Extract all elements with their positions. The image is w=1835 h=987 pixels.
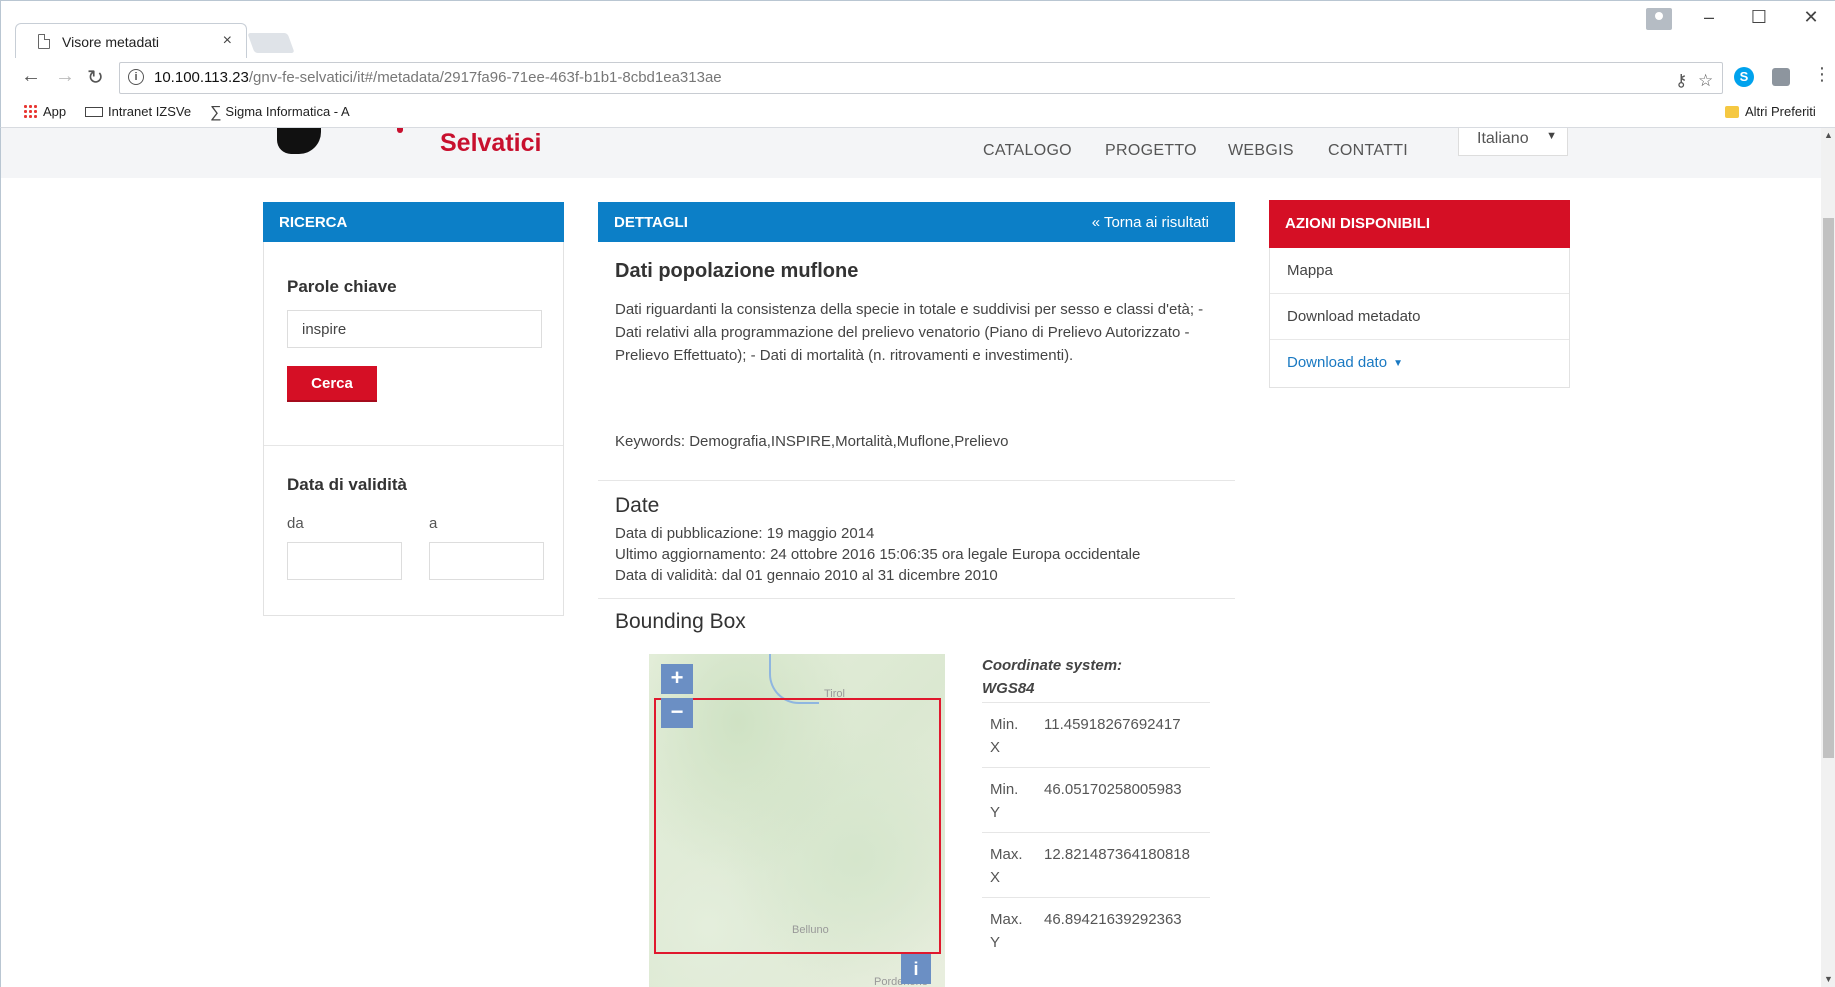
page-viewport: Selvatici CATALOGO PROGETTO WEBGIS CONTA…	[0, 128, 1835, 987]
skype-extension-icon[interactable]: S	[1734, 67, 1754, 87]
search-button[interactable]: Cerca	[287, 366, 377, 402]
scroll-up-icon[interactable]: ▲	[1824, 130, 1833, 140]
zoom-in-button[interactable]: +	[661, 664, 693, 694]
keywords-input[interactable]: inspire	[287, 310, 542, 348]
keywords-label: Parole chiave	[287, 277, 397, 296]
coord-row-max-x: Max. X 12.821487364180818	[982, 832, 1210, 897]
url-text: 10.100.113.23/gnv-fe-selvatici/it#/metad…	[154, 69, 722, 86]
page-scrollbar[interactable]: ▲ ▼	[1821, 128, 1835, 987]
info-icon[interactable]: i	[128, 69, 144, 85]
bookmark-other-favorites[interactable]: Altri Preferiti	[1725, 104, 1816, 119]
bookmarks-bar: App Intranet IZSVe ∑ Sigma Informatica - …	[0, 98, 1835, 128]
actions-panel: AZIONI DISPONIBILI Mappa Download metada…	[1269, 200, 1570, 388]
bounding-box-rectangle	[654, 698, 941, 954]
logo-icon[interactable]	[277, 128, 321, 154]
address-bar[interactable]: i 10.100.113.23/gnv-fe-selvatici/it#/met…	[119, 62, 1723, 94]
action-mappa[interactable]: Mappa	[1270, 248, 1569, 294]
bookmark-sigma[interactable]: ∑ Sigma Informatica - A	[210, 104, 350, 122]
search-panel-header: RICERCA	[263, 202, 564, 242]
to-label: a	[429, 515, 438, 532]
coord-row-min-y: Min. Y 46.05170258005983	[982, 767, 1210, 832]
back-to-results-link[interactable]: « Torna ai risultati	[1092, 214, 1209, 231]
browser-tab[interactable]: Visore metadati ×	[15, 23, 247, 59]
tab-title: Visore metadati	[62, 34, 160, 50]
dataset-description: Dati riguardanti la consistenza della sp…	[615, 301, 1204, 364]
from-label: da	[287, 515, 304, 532]
publication-date: Data di pubblicazione: 19 maggio 2014	[615, 525, 875, 542]
maximize-icon[interactable]: ☐	[1739, 7, 1779, 37]
extension-icon[interactable]	[1772, 68, 1790, 86]
nav-webgis[interactable]: WEBGIS	[1228, 142, 1294, 160]
caret-down-icon: ▼	[1546, 130, 1557, 142]
logo-fragment	[397, 128, 403, 133]
apps-icon	[23, 104, 37, 118]
site-header: Selvatici CATALOGO PROGETTO WEBGIS CONTA…	[1, 128, 1821, 178]
coord-row-max-y: Max. Y 46.89421639292363	[982, 897, 1210, 962]
search-panel: Parole chiave inspire Cerca Data di vali…	[263, 242, 564, 616]
scroll-thumb[interactable]	[1823, 218, 1834, 758]
details-header-title: DETTAGLI	[614, 214, 688, 231]
page-icon	[38, 34, 50, 49]
dataset-title: Dati popolazione muflone	[615, 260, 859, 282]
logo-text[interactable]: Selvatici	[440, 129, 541, 158]
language-value: Italiano	[1477, 130, 1529, 147]
last-update-date: Ultimo aggiornamento: 24 ottobre 2016 15…	[615, 546, 1141, 563]
minimize-icon[interactable]: –	[1689, 7, 1729, 37]
coord-row-min-x: Min. X 11.45918267692417	[982, 702, 1210, 767]
bookmark-apps[interactable]: App	[23, 104, 66, 119]
browser-tab-strip: Visore metadati × – ☐ ✕	[0, 0, 1835, 59]
profile-icon[interactable]	[1646, 8, 1672, 30]
bbox-section-title: Bounding Box	[615, 610, 746, 633]
coordinate-system: Coordinate system: WGS84	[982, 657, 1123, 697]
forward-icon[interactable]: →	[55, 65, 75, 88]
close-tab-icon[interactable]: ×	[223, 32, 232, 50]
actions-header: AZIONI DISPONIBILI	[1269, 200, 1570, 248]
map-river	[769, 654, 819, 704]
details-header: DETTAGLI « Torna ai risultati	[598, 202, 1235, 242]
izs-icon	[85, 107, 103, 117]
star-icon[interactable]: ☆	[1698, 71, 1713, 91]
divider	[598, 598, 1235, 599]
action-download-metadata[interactable]: Download metadato	[1270, 294, 1569, 340]
date-to-input[interactable]	[429, 542, 544, 580]
sigma-icon: ∑	[210, 104, 222, 121]
validity-label: Data di validità	[287, 475, 407, 494]
close-window-icon[interactable]: ✕	[1791, 7, 1831, 37]
validity-range: Data di validità: dal 01 gennaio 2010 al…	[615, 567, 998, 584]
caret-down-icon: ▼	[1393, 358, 1403, 369]
back-icon[interactable]: ←	[21, 65, 41, 88]
divider	[264, 445, 563, 446]
download-data-label: Download dato	[1287, 354, 1388, 371]
language-select[interactable]: Italiano ▼	[1458, 128, 1568, 156]
date-from-input[interactable]	[287, 542, 402, 580]
key-icon[interactable]: ⚷	[1675, 71, 1687, 91]
map-info-button[interactable]: i	[901, 954, 931, 984]
nav-progetto[interactable]: PROGETTO	[1105, 142, 1197, 160]
bbox-map[interactable]: Tirol Belluno Pordenone + − i	[649, 654, 945, 987]
browser-toolbar: ← → ↻ i 10.100.113.23/gnv-fe-selvatici/i…	[0, 58, 1835, 98]
bookmark-intranet[interactable]: Intranet IZSVe	[85, 104, 191, 119]
dataset-keywords: Keywords: Demografia,INSPIRE,Mortalità,M…	[615, 433, 1009, 450]
nav-contatti[interactable]: CONTATTI	[1328, 142, 1408, 160]
zoom-out-button[interactable]: −	[661, 698, 693, 728]
folder-icon	[1725, 106, 1739, 118]
scroll-down-icon[interactable]: ▼	[1824, 974, 1833, 984]
browser-menu-icon[interactable]: ⋮	[1813, 64, 1831, 85]
date-section-title: Date	[615, 494, 660, 517]
action-download-data[interactable]: Download dato ▼	[1270, 340, 1569, 386]
new-tab-button[interactable]	[247, 33, 295, 53]
divider	[598, 480, 1235, 481]
reload-icon[interactable]: ↻	[87, 65, 104, 90]
nav-catalogo[interactable]: CATALOGO	[983, 142, 1072, 160]
